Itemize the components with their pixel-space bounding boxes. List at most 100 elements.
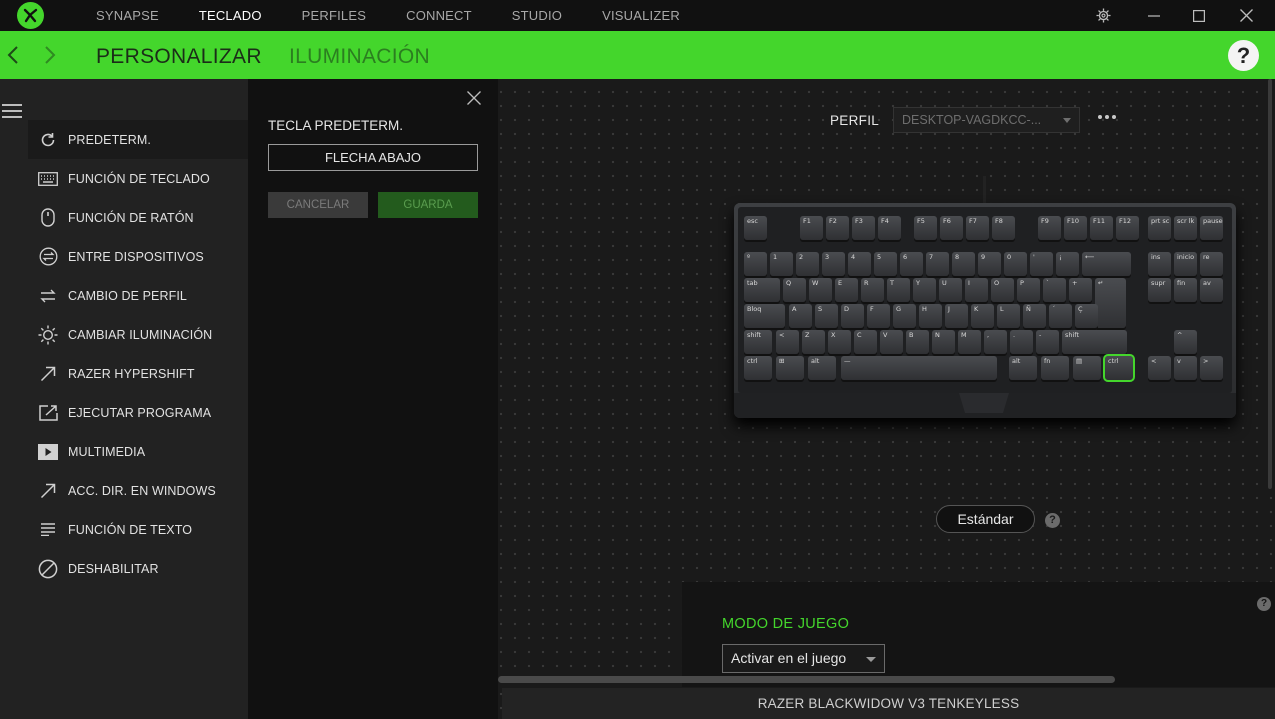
standard-mode-button[interactable]: Estándar xyxy=(936,505,1035,533)
menu-item-multimedia[interactable]: MULTIMEDIA xyxy=(28,432,248,471)
razer-logo-icon[interactable] xyxy=(17,2,44,29)
menu-item-acc-dir-windows[interactable]: ACC. DIR. EN WINDOWS xyxy=(28,471,248,510)
tab-synapse[interactable]: SYNAPSE xyxy=(76,0,179,31)
menu-item-predeterm[interactable]: PREDETERM. xyxy=(28,120,248,159)
close-window-icon[interactable] xyxy=(1222,0,1270,31)
keyboard-key[interactable]: Y xyxy=(913,278,936,302)
keyboard-key[interactable]: E xyxy=(835,278,858,302)
menu-item-funcion-raton[interactable]: FUNCIÓN DE RATÓN xyxy=(28,198,248,237)
keyboard-key[interactable]: N xyxy=(932,330,955,354)
keyboard-key[interactable]: F xyxy=(867,304,890,328)
keyboard-key[interactable]: prt sc xyxy=(1148,216,1171,240)
keyboard-key[interactable]: X xyxy=(828,330,851,354)
maximize-icon[interactable] xyxy=(1175,0,1223,31)
tab-iluminacion[interactable]: ILUMINACIÓN xyxy=(289,31,430,79)
keyboard-key[interactable]: T xyxy=(887,278,910,302)
keyboard-key[interactable]: ´ xyxy=(1049,304,1072,328)
keyboard-key[interactable]: ⟵ xyxy=(1082,252,1131,276)
keyboard-key[interactable]: U xyxy=(939,278,962,302)
save-button[interactable]: GUARDA xyxy=(378,192,478,218)
keyboard-key[interactable]: 8 xyxy=(952,252,975,276)
keyboard-key[interactable]: F5 xyxy=(914,216,937,240)
keyboard-key[interactable]: V xyxy=(880,330,903,354)
keyboard-key[interactable]: fin xyxy=(1174,278,1197,302)
minimize-icon[interactable] xyxy=(1130,0,1178,31)
keyboard-key[interactable]: < xyxy=(1148,356,1171,380)
keyboard-key[interactable]: - xyxy=(1036,330,1059,354)
keyboard-key[interactable]: 0 xyxy=(1004,252,1027,276)
keyboard-key[interactable]: L xyxy=(997,304,1020,328)
keyboard-key[interactable]: ⊞ xyxy=(776,356,805,380)
keyboard-key[interactable]: ' xyxy=(1030,252,1053,276)
keyboard-key[interactable]: scr lk xyxy=(1174,216,1197,240)
keyboard-key[interactable]: inicio xyxy=(1174,252,1197,276)
keyboard-key[interactable]: ctrl xyxy=(744,356,773,380)
menu-item-entre-dispositivos[interactable]: ENTRE DISPOSITIVOS xyxy=(28,237,248,276)
help-button[interactable]: ? xyxy=(1228,40,1259,71)
keyboard-key[interactable]: alt xyxy=(1009,356,1038,380)
keyboard-key[interactable]: alt xyxy=(808,356,837,380)
keyboard-key[interactable]: ↵ xyxy=(1095,278,1126,328)
keyboard-key[interactable]: M xyxy=(958,330,981,354)
keyboard-key[interactable]: º xyxy=(744,252,767,276)
tab-studio[interactable]: STUDIO xyxy=(492,0,582,31)
vertical-scrollbar[interactable] xyxy=(1268,79,1272,489)
keyboard-key[interactable]: ^ xyxy=(1174,330,1197,354)
keyboard-key[interactable]: 2 xyxy=(796,252,819,276)
keyboard-key[interactable]: I xyxy=(965,278,988,302)
keyboard-key[interactable]: tab xyxy=(744,278,780,302)
tab-personalizar[interactable]: PERSONALIZAR xyxy=(96,31,262,79)
tab-connect[interactable]: CONNECT xyxy=(386,0,492,31)
keyboard-key[interactable]: B xyxy=(906,330,929,354)
menu-item-ejecutar-programa[interactable]: EJECUTAR PROGRAMA xyxy=(28,393,248,432)
keyboard-key[interactable]: ▤ xyxy=(1073,356,1102,380)
menu-item-cambiar-iluminacion[interactable]: CAMBIAR ILUMINACIÓN xyxy=(28,315,248,354)
keyboard-key[interactable]: 7 xyxy=(926,252,949,276)
keyboard-key[interactable]: > xyxy=(1200,356,1223,380)
menu-item-deshabilitar[interactable]: DESHABILITAR xyxy=(28,549,248,588)
keyboard-key[interactable]: Ñ xyxy=(1023,304,1046,328)
keyboard-key[interactable]: F2 xyxy=(826,216,849,240)
tab-visualizer[interactable]: VISUALIZER xyxy=(582,0,700,31)
keyboard-key[interactable]: F9 xyxy=(1038,216,1061,240)
keyboard-key[interactable]: R xyxy=(861,278,884,302)
keyboard-key[interactable]: S xyxy=(815,304,838,328)
keyboard-key[interactable]: 3 xyxy=(822,252,845,276)
keyboard-key[interactable]: . xyxy=(1010,330,1033,354)
keyboard-key[interactable]: ¡ xyxy=(1056,252,1079,276)
horizontal-scrollbar[interactable] xyxy=(498,676,1115,683)
keyboard-key[interactable]: P xyxy=(1017,278,1040,302)
close-panel-icon[interactable] xyxy=(464,88,484,108)
keyboard-key[interactable]: shift xyxy=(744,330,773,354)
keyboard-key[interactable]: F7 xyxy=(966,216,989,240)
default-key-field[interactable]: FLECHA ABAJO xyxy=(268,144,478,171)
keyboard-key[interactable]: Z xyxy=(802,330,825,354)
tab-perfiles[interactable]: PERFILES xyxy=(282,0,386,31)
keyboard-key[interactable]: ` xyxy=(1043,278,1066,302)
keyboard-key[interactable]: shift xyxy=(1062,330,1127,354)
profile-dropdown[interactable]: DESKTOP-VAGDKCC-... xyxy=(893,107,1080,133)
keyboard-key[interactable]: J xyxy=(945,304,968,328)
tab-teclado[interactable]: TECLADO xyxy=(179,0,282,31)
keyboard-key[interactable]: C xyxy=(854,330,877,354)
keyboard-key[interactable]: F10 xyxy=(1064,216,1087,240)
hamburger-menu-icon[interactable] xyxy=(2,104,22,120)
keyboard-key[interactable]: fn xyxy=(1041,356,1070,380)
keyboard-key[interactable]: esc xyxy=(744,216,767,240)
keyboard-key[interactable]: Bloq xyxy=(744,304,786,328)
keyboard-key[interactable]: H xyxy=(919,304,942,328)
keyboard-key[interactable]: < xyxy=(776,330,799,354)
keyboard-key[interactable]: K xyxy=(971,304,994,328)
keyboard-key[interactable]: pause xyxy=(1200,216,1223,240)
keyboard-key[interactable]: O xyxy=(991,278,1014,302)
keyboard-key[interactable]: + xyxy=(1069,278,1092,302)
keyboard-key[interactable]: W xyxy=(809,278,832,302)
mode-help-icon[interactable]: ? xyxy=(1045,513,1060,528)
keyboard-key[interactable]: F11 xyxy=(1090,216,1113,240)
menu-item-razer-hypershift[interactable]: RAZER HYPERSHIFT xyxy=(28,354,248,393)
more-options-icon[interactable] xyxy=(1098,113,1116,121)
keyboard-key[interactable]: F3 xyxy=(852,216,875,240)
forward-arrow-icon[interactable] xyxy=(38,43,62,67)
keyboard-key[interactable]: D xyxy=(841,304,864,328)
keyboard-key[interactable]: G xyxy=(893,304,916,328)
